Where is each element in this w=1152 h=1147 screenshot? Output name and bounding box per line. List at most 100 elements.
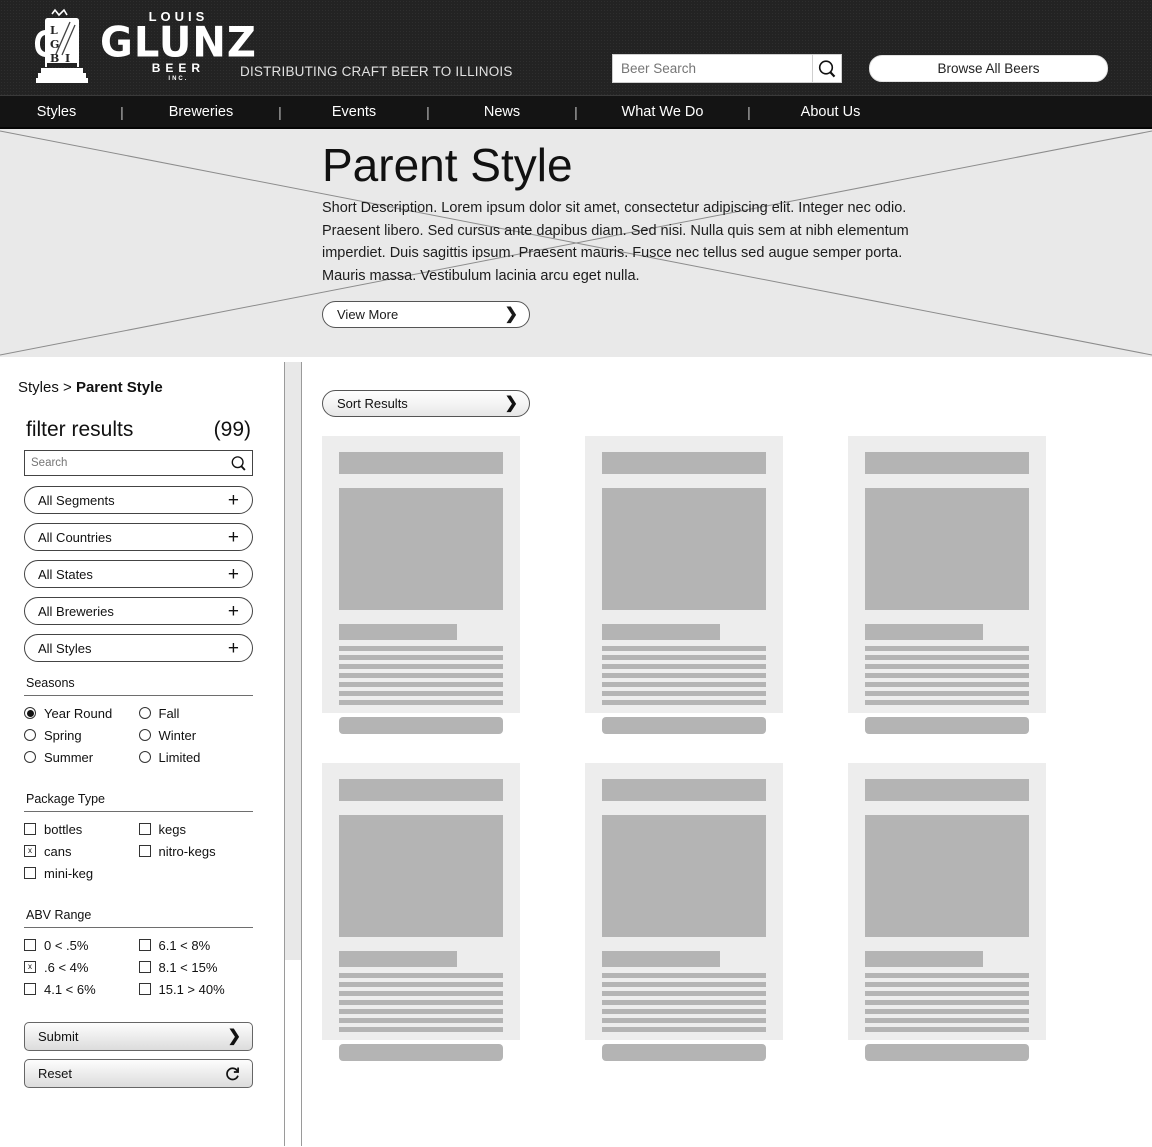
sidebar-search-button[interactable] [230, 455, 252, 472]
card-text-line [339, 982, 503, 987]
card-text-line [602, 682, 766, 687]
browse-all-beers-button[interactable]: Browse All Beers [869, 55, 1108, 82]
radio-winter[interactable]: Winter [138, 724, 254, 746]
filter-actions: Submit ❯ Reset [14, 1022, 263, 1088]
card-text-line [339, 1018, 503, 1023]
checkbox-abv-81-15[interactable]: 8.1 < 15% [138, 956, 254, 978]
radio-label: Year Round [44, 705, 113, 721]
checkbox-abv-06-4[interactable]: x .6 < 4% [24, 956, 139, 978]
plus-icon: + [227, 600, 239, 622]
checkbox-label: bottles [44, 821, 83, 837]
nav-item-what-we-do[interactable]: What We Do [585, 104, 740, 120]
submit-label: Submit [38, 1029, 79, 1044]
radio-spring[interactable]: Spring [24, 724, 139, 746]
checkbox-icon [138, 823, 151, 835]
checkbox-abv-151-40[interactable]: 15.1 > 40% [138, 978, 254, 1000]
view-more-button[interactable]: View More ❯ [322, 301, 530, 328]
checkbox-bottles[interactable]: bottles [24, 818, 139, 840]
card-image-placeholder [602, 488, 766, 610]
filter-dropdown-label: All Styles [38, 640, 92, 656]
filter-dropdown-all-styles[interactable]: All Styles + [24, 634, 253, 662]
card-image-placeholder [602, 815, 766, 937]
hero-description: Short Description. Lorem ipsum dolor sit… [322, 200, 909, 284]
checkbox-label: .6 < 4% [44, 959, 89, 975]
nav-item-news[interactable]: News [437, 104, 567, 120]
checkbox-label: kegs [158, 821, 186, 837]
nav-separator: | [426, 103, 430, 120]
breadcrumb-parent[interactable]: Styles > [18, 379, 76, 396]
card-text-line [602, 1000, 766, 1005]
radio-year-round[interactable]: Year Round [24, 702, 139, 724]
radio-limited[interactable]: Limited [138, 746, 254, 768]
result-card[interactable] [585, 763, 783, 1061]
checkbox-abv-61-8[interactable]: 6.1 < 8% [138, 934, 254, 956]
site-tagline: DISTRIBUTING CRAFT BEER TO ILLINOIS [240, 64, 513, 79]
card-title-placeholder [865, 452, 1029, 474]
search-icon [818, 59, 836, 77]
card-button-placeholder[interactable] [602, 1044, 766, 1061]
card-text-line [865, 673, 1029, 678]
filter-dropdown-all-countries[interactable]: All Countries + [24, 523, 253, 551]
search-submit-button[interactable] [812, 54, 842, 83]
result-card[interactable] [322, 436, 520, 734]
card-text-line [865, 655, 1029, 660]
filter-results-count: (99) [213, 418, 251, 441]
card-subtitle-placeholder [339, 624, 458, 640]
nav-item-styles[interactable]: Styles [0, 104, 113, 120]
package-type-group-label: Package Type [26, 792, 105, 806]
search-icon [231, 455, 246, 471]
nav-item-breweries[interactable]: Breweries [131, 104, 271, 120]
checkbox-kegs[interactable]: kegs [138, 818, 254, 840]
card-text-line [865, 991, 1029, 996]
filter-dropdown-all-states[interactable]: All States + [24, 560, 253, 588]
sidebar-search-input[interactable] [25, 451, 230, 475]
radio-icon [138, 751, 151, 763]
result-card[interactable] [848, 763, 1046, 1061]
checkbox-nitro-kegs[interactable]: nitro-kegs [138, 840, 254, 862]
submit-button[interactable]: Submit ❯ [24, 1022, 253, 1051]
card-text-line [602, 1018, 766, 1023]
nav-item-about-us[interactable]: About Us [758, 104, 903, 120]
checkbox-abv-41-6[interactable]: 4.1 < 6% [24, 978, 139, 1000]
radio-label: Spring [44, 727, 82, 743]
radio-label: Limited [158, 749, 201, 765]
card-text-line [865, 682, 1029, 687]
card-button-placeholder[interactable] [865, 1044, 1029, 1061]
checkbox-abv-0-05[interactable]: 0 < .5% [24, 934, 139, 956]
card-button-placeholder[interactable] [339, 1044, 503, 1061]
card-button-placeholder[interactable] [602, 717, 766, 734]
card-text-line [339, 1027, 503, 1032]
result-card[interactable] [322, 763, 520, 1061]
card-text-line [339, 682, 503, 687]
checkbox-label: 15.1 > 40% [158, 981, 225, 997]
beer-search-input[interactable] [612, 54, 812, 83]
radio-fall[interactable]: Fall [138, 702, 254, 724]
checkbox-icon [24, 939, 36, 951]
checkbox-cans[interactable]: x cans [24, 840, 139, 862]
card-button-placeholder[interactable] [865, 717, 1029, 734]
sort-results-button[interactable]: Sort Results ❯ [322, 390, 530, 417]
card-text-placeholder [602, 973, 766, 1032]
filter-dropdown-all-breweries[interactable]: All Breweries + [24, 597, 253, 625]
breadcrumb: Styles > Parent Style [18, 379, 263, 396]
site-logo[interactable]: L G B I LOUIS GLUNZ BEER INC. [28, 8, 257, 84]
checkbox-label: 6.1 < 8% [158, 937, 211, 953]
abv-range-group-label: ABV Range [26, 908, 92, 922]
card-text-line [339, 1000, 503, 1005]
nav-separator: | [574, 103, 578, 120]
card-text-line [339, 673, 503, 678]
card-text-line [602, 655, 766, 660]
result-card[interactable] [585, 436, 783, 734]
radio-summer[interactable]: Summer [24, 746, 139, 768]
nav-item-events[interactable]: Events [289, 104, 419, 120]
results-grid [322, 436, 1152, 1061]
card-text-line [865, 691, 1029, 696]
reset-button[interactable]: Reset [24, 1059, 253, 1088]
card-button-placeholder[interactable] [339, 717, 503, 734]
card-text-line [602, 1027, 766, 1032]
checkbox-mini-keg[interactable]: mini-keg [24, 862, 139, 884]
card-text-line [865, 1009, 1029, 1014]
result-card[interactable] [848, 436, 1046, 734]
reset-label: Reset [38, 1066, 72, 1081]
filter-dropdown-all-segments[interactable]: All Segments + [24, 486, 253, 514]
